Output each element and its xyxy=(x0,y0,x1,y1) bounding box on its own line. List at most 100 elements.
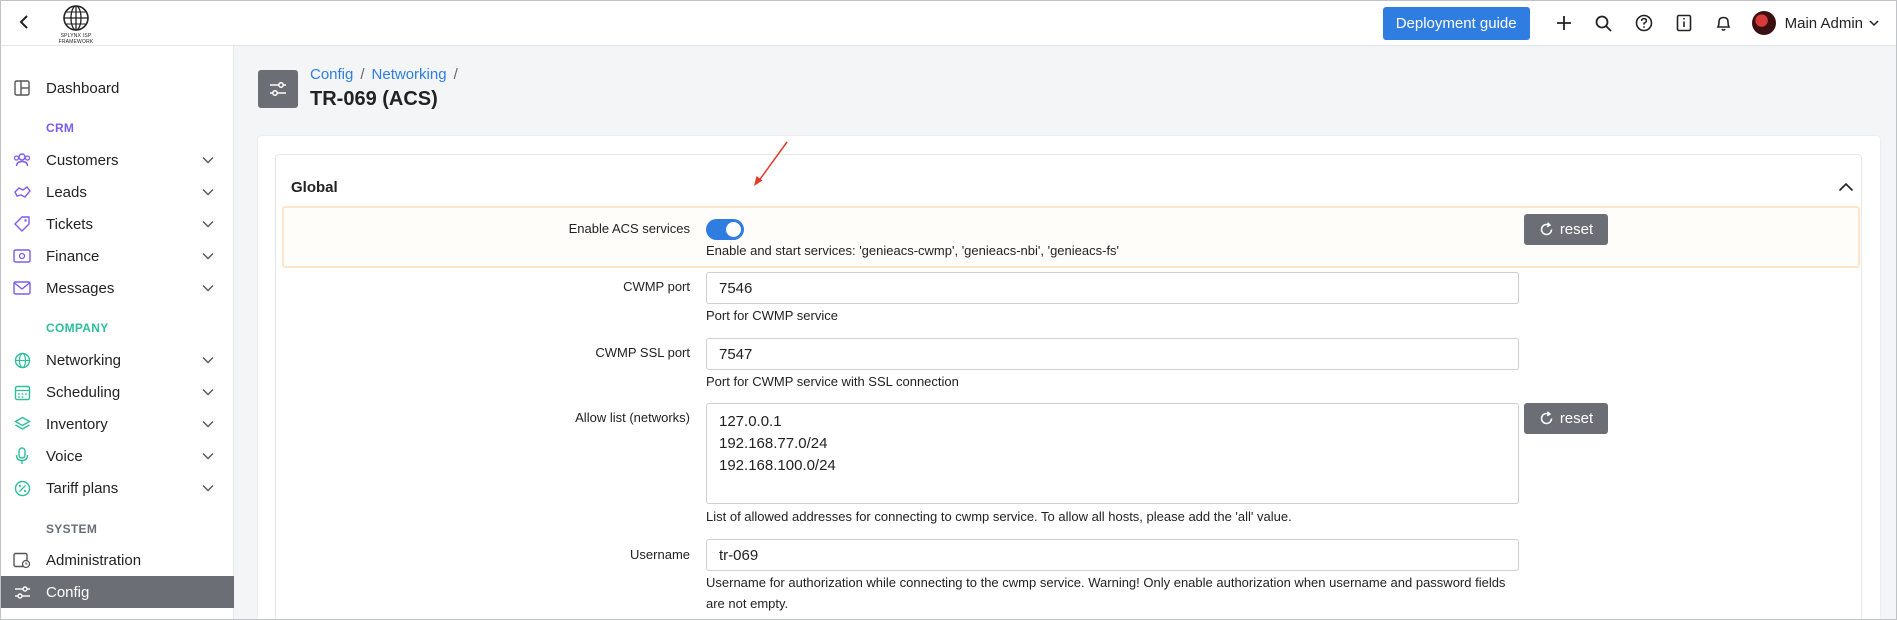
refresh-icon xyxy=(1539,222,1554,237)
chevron-down-icon xyxy=(201,417,215,431)
sidebar-item-label: Finance xyxy=(46,247,100,265)
sidebar-item-label: Customers xyxy=(46,151,119,169)
chevron-down-icon xyxy=(201,385,215,399)
username-value: tr-069 xyxy=(719,546,759,564)
top-bar: SPLYNX ISP FRAMEWORK Deployment guide Ma… xyxy=(0,0,1897,46)
chevron-down-icon xyxy=(201,281,215,295)
section-label-company: COMPANY xyxy=(46,321,109,335)
user-menu[interactable]: Main Admin xyxy=(1751,11,1879,35)
sidebar-item-finance[interactable]: Finance xyxy=(0,240,234,272)
sidebar-item-label: Tariff plans xyxy=(46,479,119,497)
user-name: Main Admin xyxy=(1784,14,1863,32)
reset-button-allow-list[interactable]: reset xyxy=(1524,403,1608,434)
leads-icon xyxy=(12,182,32,202)
sidebar-item-label: Tickets xyxy=(46,215,93,233)
page-title: TR-069 (ACS) xyxy=(310,88,438,110)
sidebar-item-label: Voice xyxy=(46,447,83,465)
sidebar-item-label: Inventory xyxy=(46,415,108,433)
sidebar-item-dashboard[interactable]: Dashboard xyxy=(0,72,234,104)
globe-logo-icon xyxy=(63,5,89,31)
finance-icon xyxy=(12,246,32,266)
sidebar-item-label: Messages xyxy=(46,279,115,297)
cwmp-port-label: CWMP port xyxy=(623,279,690,294)
sliders-icon xyxy=(12,582,32,602)
sidebar-item-scheduling[interactable]: Scheduling xyxy=(0,376,234,408)
sidebar-item-messages[interactable]: Messages xyxy=(0,272,234,304)
config-page-icon xyxy=(258,70,298,108)
help-icon[interactable] xyxy=(1624,5,1664,41)
administration-icon xyxy=(12,550,32,570)
username-help-line: Username for authorization while connect… xyxy=(706,575,1506,590)
sidebar-item-label: Administration xyxy=(46,551,142,569)
cwmp-port-input[interactable]: 7546 xyxy=(706,272,1519,304)
sidebar-item-config[interactable]: Config xyxy=(0,576,234,608)
cwmp-ssl-port-help: Port for CWMP service with SSL connectio… xyxy=(706,374,959,389)
reset-label: reset xyxy=(1559,221,1594,238)
envelope-icon xyxy=(12,278,32,298)
enable-acs-help: Enable and start services: 'genieacs-cwm… xyxy=(706,243,1120,258)
sidebar-item-label: Leads xyxy=(46,183,87,201)
logo[interactable]: SPLYNX ISP FRAMEWORK xyxy=(54,4,98,45)
refresh-icon xyxy=(1539,411,1554,426)
microphone-icon xyxy=(12,446,32,466)
info-book-icon[interactable] xyxy=(1664,5,1704,41)
sidebar-item-tickets[interactable]: Tickets xyxy=(0,208,234,240)
reset-button-enable-acs[interactable]: reset xyxy=(1524,214,1608,245)
cwmp-ssl-port-input[interactable]: 7547 xyxy=(706,338,1519,370)
section-label-system: SYSTEM xyxy=(46,522,98,536)
section-label-crm: CRM xyxy=(46,121,75,135)
enable-acs-toggle[interactable] xyxy=(706,219,744,240)
breadcrumb-separator: / xyxy=(453,66,458,83)
search-icon[interactable] xyxy=(1584,5,1624,41)
sidebar-item-label: Config xyxy=(46,583,90,601)
layers-icon xyxy=(12,414,32,434)
allow-list-line: 192.168.100.0/24 xyxy=(719,457,836,474)
sidebar-item-administration[interactable]: Administration xyxy=(0,544,234,576)
globe-icon xyxy=(12,350,32,370)
breadcrumb-separator: / xyxy=(360,66,365,83)
sidebar-item-label: Scheduling xyxy=(46,383,121,401)
tag-icon xyxy=(12,214,32,234)
chevron-down-icon xyxy=(201,449,215,463)
deployment-guide-button[interactable]: Deployment guide xyxy=(1382,6,1530,40)
chevron-down-icon xyxy=(201,153,215,167)
plus-icon[interactable] xyxy=(1544,5,1584,41)
username-label: Username xyxy=(630,547,690,562)
cwmp-ssl-port-label: CWMP SSL port xyxy=(595,345,690,360)
username-help: Username for authorization while connect… xyxy=(706,572,1505,614)
chevron-down-icon xyxy=(201,353,215,367)
chevron-down-icon xyxy=(201,481,215,495)
chevron-up-icon[interactable] xyxy=(1836,177,1856,197)
customers-icon xyxy=(12,150,32,170)
username-input[interactable]: tr-069 xyxy=(706,539,1519,571)
sidebar-item-voice[interactable]: Voice xyxy=(0,440,234,472)
sidebar-item-networking[interactable]: Networking xyxy=(0,344,234,376)
allow-list-textarea[interactable]: 127.0.0.1 192.168.77.0/24 192.168.100.0/… xyxy=(706,403,1519,504)
breadcrumb-networking[interactable]: Networking xyxy=(372,66,447,83)
allow-list-line: 127.0.0.1 xyxy=(719,413,782,430)
dashboard-icon xyxy=(12,78,32,98)
bell-icon[interactable] xyxy=(1704,5,1744,41)
sidebar-item-customers[interactable]: Customers xyxy=(0,144,234,176)
sidebar-item-leads[interactable]: Leads xyxy=(0,176,234,208)
back-arrow-icon[interactable] xyxy=(14,12,34,32)
panel-title: Global xyxy=(291,179,338,196)
sidebar-item-label: Dashboard xyxy=(46,79,120,97)
sidebar-item-inventory[interactable]: Inventory xyxy=(0,408,234,440)
percent-icon xyxy=(12,478,32,498)
reset-label: reset xyxy=(1559,410,1594,427)
enable-acs-label: Enable ACS services xyxy=(568,221,690,236)
cwmp-ssl-port-value: 7547 xyxy=(719,345,753,363)
cwmp-port-help: Port for CWMP service xyxy=(706,308,838,323)
allow-list-label: Allow list (networks) xyxy=(575,410,690,425)
chevron-down-icon xyxy=(201,185,215,199)
username-help-line: are not empty. xyxy=(706,596,789,611)
annotation-arrow-icon xyxy=(754,141,788,186)
calendar-icon xyxy=(12,382,32,402)
chevron-down-icon xyxy=(201,217,215,231)
avatar xyxy=(1751,11,1776,35)
breadcrumb-config[interactable]: Config xyxy=(310,66,353,83)
sidebar-item-tariff-plans[interactable]: Tariff plans xyxy=(0,472,234,504)
breadcrumb: Config / Networking / xyxy=(310,66,465,83)
cwmp-port-value: 7546 xyxy=(719,279,753,297)
